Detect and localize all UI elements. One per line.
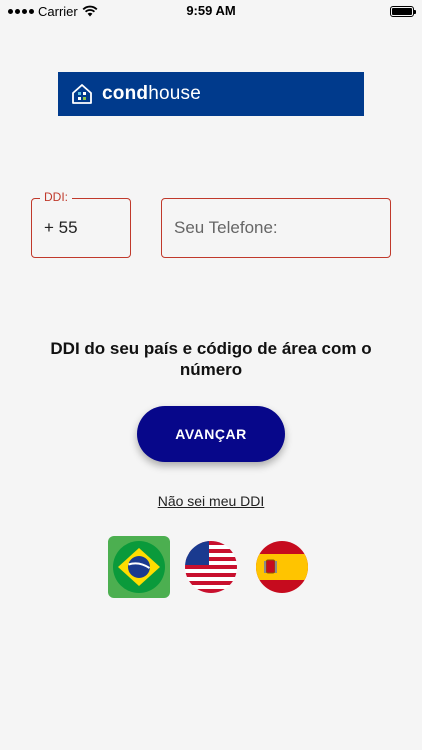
logo-banner: condhouse [58,72,364,116]
ddi-value: + 55 [44,218,78,237]
phone-input[interactable] [162,199,390,257]
advance-button[interactable]: AVANÇAR [137,406,285,462]
logo-text-bold: cond [102,83,149,104]
flag-option-usa[interactable] [180,536,242,598]
logo-text-light: house [148,83,201,104]
brazil-flag-icon [113,541,165,593]
usa-flag-icon [185,541,237,593]
carrier-label: Carrier [38,3,78,19]
flag-option-brazil[interactable] [108,536,170,598]
ddi-field[interactable]: DDI: + 55 [31,190,131,258]
unknown-ddi-link[interactable]: Não sei meu DDI [0,493,422,509]
flag-option-spain[interactable] [251,536,313,598]
battery-icon [390,5,416,17]
house-logo-icon [72,84,92,104]
spain-flag-icon [256,541,308,593]
instruction-text: DDI do seu país e código de área com o n… [50,339,372,379]
status-bar: Carrier 9:59 AM [0,0,422,22]
status-left: Carrier [8,4,98,19]
signal-icon [8,8,34,14]
wifi-icon [82,5,98,17]
ddi-label: DDI: [40,190,72,204]
phone-field[interactable] [161,198,391,258]
logo-text: condhouse [102,83,201,105]
